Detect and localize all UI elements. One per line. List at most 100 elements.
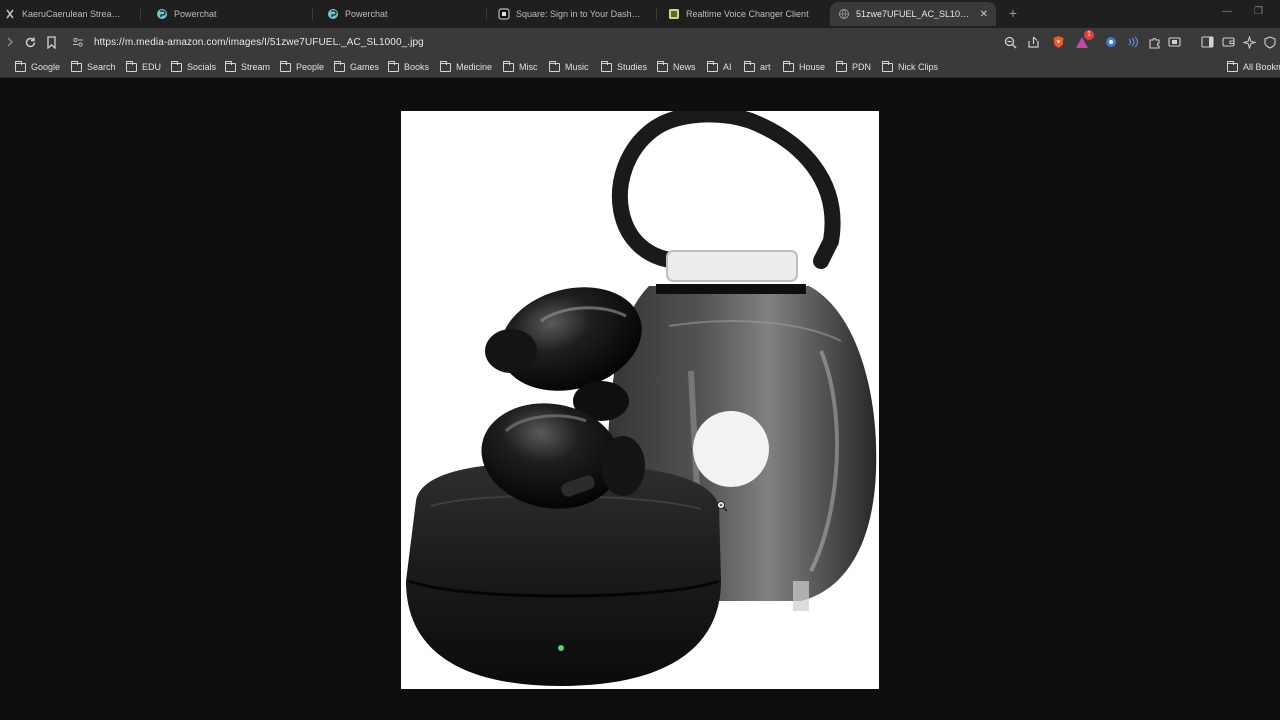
folder-icon: [70, 60, 82, 72]
brave-rewards-icon[interactable]: 1: [1074, 30, 1094, 50]
case-led-indicator: [558, 645, 564, 651]
folder-icon: [548, 60, 560, 72]
folder-icon: [743, 60, 755, 72]
wallet-icon[interactable]: [1220, 34, 1236, 50]
powerchat-icon: [156, 8, 168, 20]
navigation-toolbar: https://m.media-amazon.com/images/I/51zw…: [0, 28, 1280, 56]
close-icon[interactable]: ✕: [980, 9, 988, 20]
brave-shields-icon[interactable]: [1050, 34, 1066, 50]
folder-icon: [600, 60, 612, 72]
leo-ai-icon[interactable]: [1241, 34, 1257, 50]
bookmark-folder-stream[interactable]: Stream: [224, 59, 270, 75]
folder-icon: [881, 60, 893, 72]
bookmark-icon[interactable]: [43, 34, 59, 50]
tab-separator: [140, 8, 141, 20]
bookmark-folder-games[interactable]: Games: [333, 59, 380, 75]
folder-icon: [14, 60, 26, 72]
tab-image-active[interactable]: 51zwe7UFUEL_AC_SL1000_.jpg (10 ✕: [830, 2, 996, 26]
folder-icon: [333, 60, 345, 72]
bookmark-label: News: [673, 62, 696, 72]
zoom-in-cursor-icon: [716, 499, 728, 517]
tab-label: Powerchat: [174, 9, 217, 19]
bookmark-label: Misc: [519, 62, 538, 72]
bookmark-label: Studies: [617, 62, 648, 72]
media-icon[interactable]: [1166, 34, 1182, 50]
square-icon: [498, 8, 510, 20]
bookmark-label: Search: [87, 62, 116, 72]
tab-label: Realtime Voice Changer Client: [686, 9, 809, 19]
folder-icon: [125, 60, 137, 72]
bookmark-folder-studies[interactable]: Studies: [600, 59, 648, 75]
forward-icon[interactable]: [2, 34, 18, 50]
read-aloud-icon[interactable]: [1124, 34, 1140, 50]
bookmark-folder-medicine[interactable]: Medicine: [439, 59, 493, 75]
bookmark-folder-pdn[interactable]: PDN: [835, 59, 872, 75]
bookmark-label: Games: [350, 62, 380, 72]
product-image[interactable]: [401, 111, 879, 689]
tab-voice-changer[interactable]: Realtime Voice Changer Client: [660, 2, 825, 26]
minimize-icon[interactable]: —: [1222, 6, 1232, 17]
bookmark-folder-google[interactable]: Google: [14, 59, 61, 75]
bookmark-label: PDN: [852, 62, 872, 72]
bookmark-label: Music: [565, 62, 589, 72]
tab-separator: [486, 8, 487, 20]
tab-label: Square: Sign in to Your Dashboard &: [516, 9, 644, 19]
bookmarks-bar: Google Search EDU Socials Stream People …: [0, 56, 1280, 78]
bookmark-folder-socials[interactable]: Socials: [170, 59, 217, 75]
zoom-icon[interactable]: [1002, 34, 1018, 50]
url-text: https://m.media-amazon.com/images/I/51zw…: [94, 36, 424, 48]
bookmark-label: Medicine: [456, 62, 493, 72]
tab-square-signin[interactable]: Square: Sign in to Your Dashboard &: [490, 2, 652, 26]
bookmark-folder-news[interactable]: News: [656, 59, 696, 75]
reload-icon[interactable]: [22, 34, 38, 50]
earbuds-illustration: [406, 111, 877, 686]
folder-icon: [706, 60, 718, 72]
tab-kaeru-stream[interactable]: KaeruCaerulean Stream - Watch L: [0, 2, 136, 26]
folder-icon: [502, 60, 514, 72]
folder-icon: [224, 60, 236, 72]
all-bookmarks-folder[interactable]: All Bookmarks: [1226, 59, 1280, 75]
bookmark-label: Socials: [187, 62, 217, 72]
address-bar[interactable]: https://m.media-amazon.com/images/I/51zw…: [66, 31, 1000, 53]
bookmark-folder-edu[interactable]: EDU: [125, 59, 162, 75]
voice-changer-icon: [668, 8, 680, 20]
bookmark-label: Google: [31, 62, 61, 72]
image-viewer: [0, 79, 1280, 720]
new-tab-icon[interactable]: +: [1005, 5, 1021, 21]
bookmark-folder-people[interactable]: People: [279, 59, 324, 75]
tab-powerchat-1[interactable]: Powerchat: [148, 2, 308, 26]
tab-powerchat-2[interactable]: Powerchat: [319, 2, 484, 26]
share-icon[interactable]: [1025, 34, 1041, 50]
bookmark-folder-misc[interactable]: Misc: [502, 59, 538, 75]
site-settings-icon[interactable]: [72, 35, 84, 53]
extension-blue-icon[interactable]: [1103, 34, 1119, 50]
tab-label: KaeruCaerulean Stream - Watch L: [22, 9, 128, 19]
folder-icon: [279, 60, 291, 72]
bookmark-label: Nick Clips: [898, 62, 939, 72]
tab-label: Powerchat: [345, 9, 388, 19]
folder-icon: [656, 60, 668, 72]
folder-icon: [439, 60, 451, 72]
folder-icon: [782, 60, 794, 72]
extensions-puzzle-icon[interactable]: [1146, 34, 1162, 50]
bookmark-folder-books[interactable]: Books: [387, 59, 429, 75]
folder-icon: [170, 60, 182, 72]
bookmark-folder-house[interactable]: House: [782, 59, 825, 75]
restore-icon[interactable]: ❐: [1254, 6, 1263, 17]
bookmark-label: All Bookmarks: [1243, 62, 1280, 72]
tab-label: 51zwe7UFUEL_AC_SL1000_.jpg (10: [856, 9, 974, 19]
folder-icon: [1226, 60, 1238, 72]
powerchat-icon: [327, 8, 339, 20]
bookmark-label: AI: [723, 62, 732, 72]
sidebar-icon[interactable]: [1199, 34, 1215, 50]
bookmark-folder-art[interactable]: art: [743, 59, 771, 75]
bookmark-label: EDU: [142, 62, 162, 72]
bookmark-folder-music[interactable]: Music: [548, 59, 589, 75]
rewards-badge: 1: [1084, 30, 1094, 40]
bookmark-folder-search[interactable]: Search: [70, 59, 116, 75]
bookmark-folder-nick-clips[interactable]: Nick Clips: [881, 59, 939, 75]
bookmark-folder-ai[interactable]: AI: [706, 59, 732, 75]
tab-separator: [656, 8, 657, 20]
bookmark-label: art: [760, 62, 771, 72]
vpn-shield-icon[interactable]: [1262, 34, 1278, 50]
